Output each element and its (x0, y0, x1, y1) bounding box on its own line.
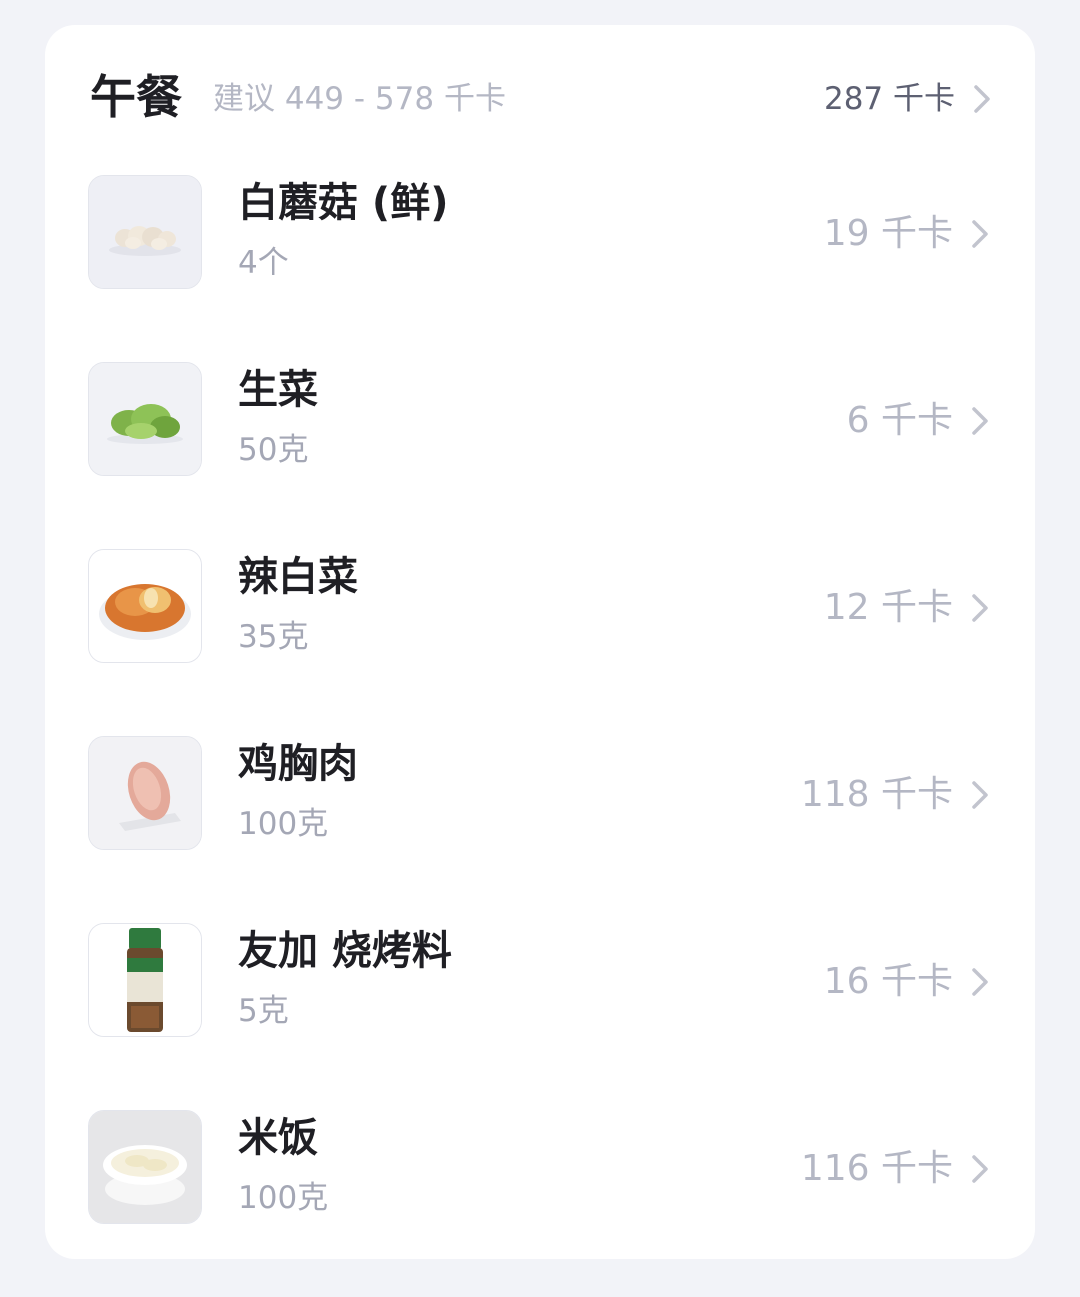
food-kcal: 116 千卡 (800, 1148, 953, 1189)
kimchi-photo (88, 549, 202, 663)
food-name: 米饭 (238, 1115, 318, 1161)
chevron-right-icon (972, 781, 988, 809)
food-amount: 50克 (238, 432, 309, 468)
meal-total-kcal: 287 千卡 (823, 81, 955, 117)
food-item-kimchi[interactable]: 辣白菜 35克 12 千卡 (45, 549, 1035, 736)
chevron-right-icon (972, 407, 988, 435)
food-item-lettuce[interactable]: 生菜 50克 6 千卡 (45, 362, 1035, 549)
chevron-right-icon (972, 220, 988, 248)
chevron-right-icon (972, 968, 988, 996)
food-name: 生菜 (238, 367, 318, 413)
food-kcal: 19 千卡 (823, 213, 953, 254)
food-item-mushroom[interactable]: 白蘑菇 (鲜) 4个 19 千卡 (45, 175, 1035, 362)
food-amount: 35克 (238, 619, 309, 655)
food-amount: 4个 (238, 245, 289, 281)
food-item-rice[interactable]: 米饭 100克 116 千卡 (45, 1110, 1035, 1297)
lunch-meal-card: 午餐 建议 449 - 578 千卡 287 千卡 白蘑菇 (鲜) 4个 19 … (45, 25, 1035, 1259)
food-name: 鸡胸肉 (238, 741, 358, 787)
seasoning-bottle-photo (88, 923, 202, 1037)
food-kcal: 118 千卡 (800, 774, 953, 815)
food-kcal: 16 千卡 (823, 961, 953, 1002)
food-name: 辣白菜 (238, 554, 358, 600)
meal-suggestion: 建议 449 - 578 千卡 (213, 81, 506, 117)
chevron-right-icon (972, 594, 988, 622)
food-item-chicken-breast[interactable]: 鸡胸肉 100克 118 千卡 (45, 736, 1035, 923)
food-name: 友加 烧烤料 (238, 928, 452, 974)
mushroom-photo (88, 175, 202, 289)
chicken-breast-photo (88, 736, 202, 850)
lettuce-photo (88, 362, 202, 476)
food-name: 白蘑菇 (鲜) (238, 180, 449, 226)
meal-title: 午餐 (90, 70, 182, 124)
food-kcal: 6 千卡 (846, 400, 953, 441)
food-item-bbq-seasoning[interactable]: 友加 烧烤料 5克 16 千卡 (45, 923, 1035, 1110)
food-amount: 100克 (238, 806, 329, 842)
chevron-right-icon (972, 1155, 988, 1183)
meal-header[interactable]: 午餐 建议 449 - 578 千卡 287 千卡 (45, 25, 1035, 165)
food-amount: 5克 (238, 993, 289, 1029)
rice-bowl-photo (88, 1110, 202, 1224)
food-kcal: 12 千卡 (823, 587, 953, 628)
food-amount: 100克 (238, 1180, 329, 1216)
chevron-right-icon (974, 85, 990, 113)
